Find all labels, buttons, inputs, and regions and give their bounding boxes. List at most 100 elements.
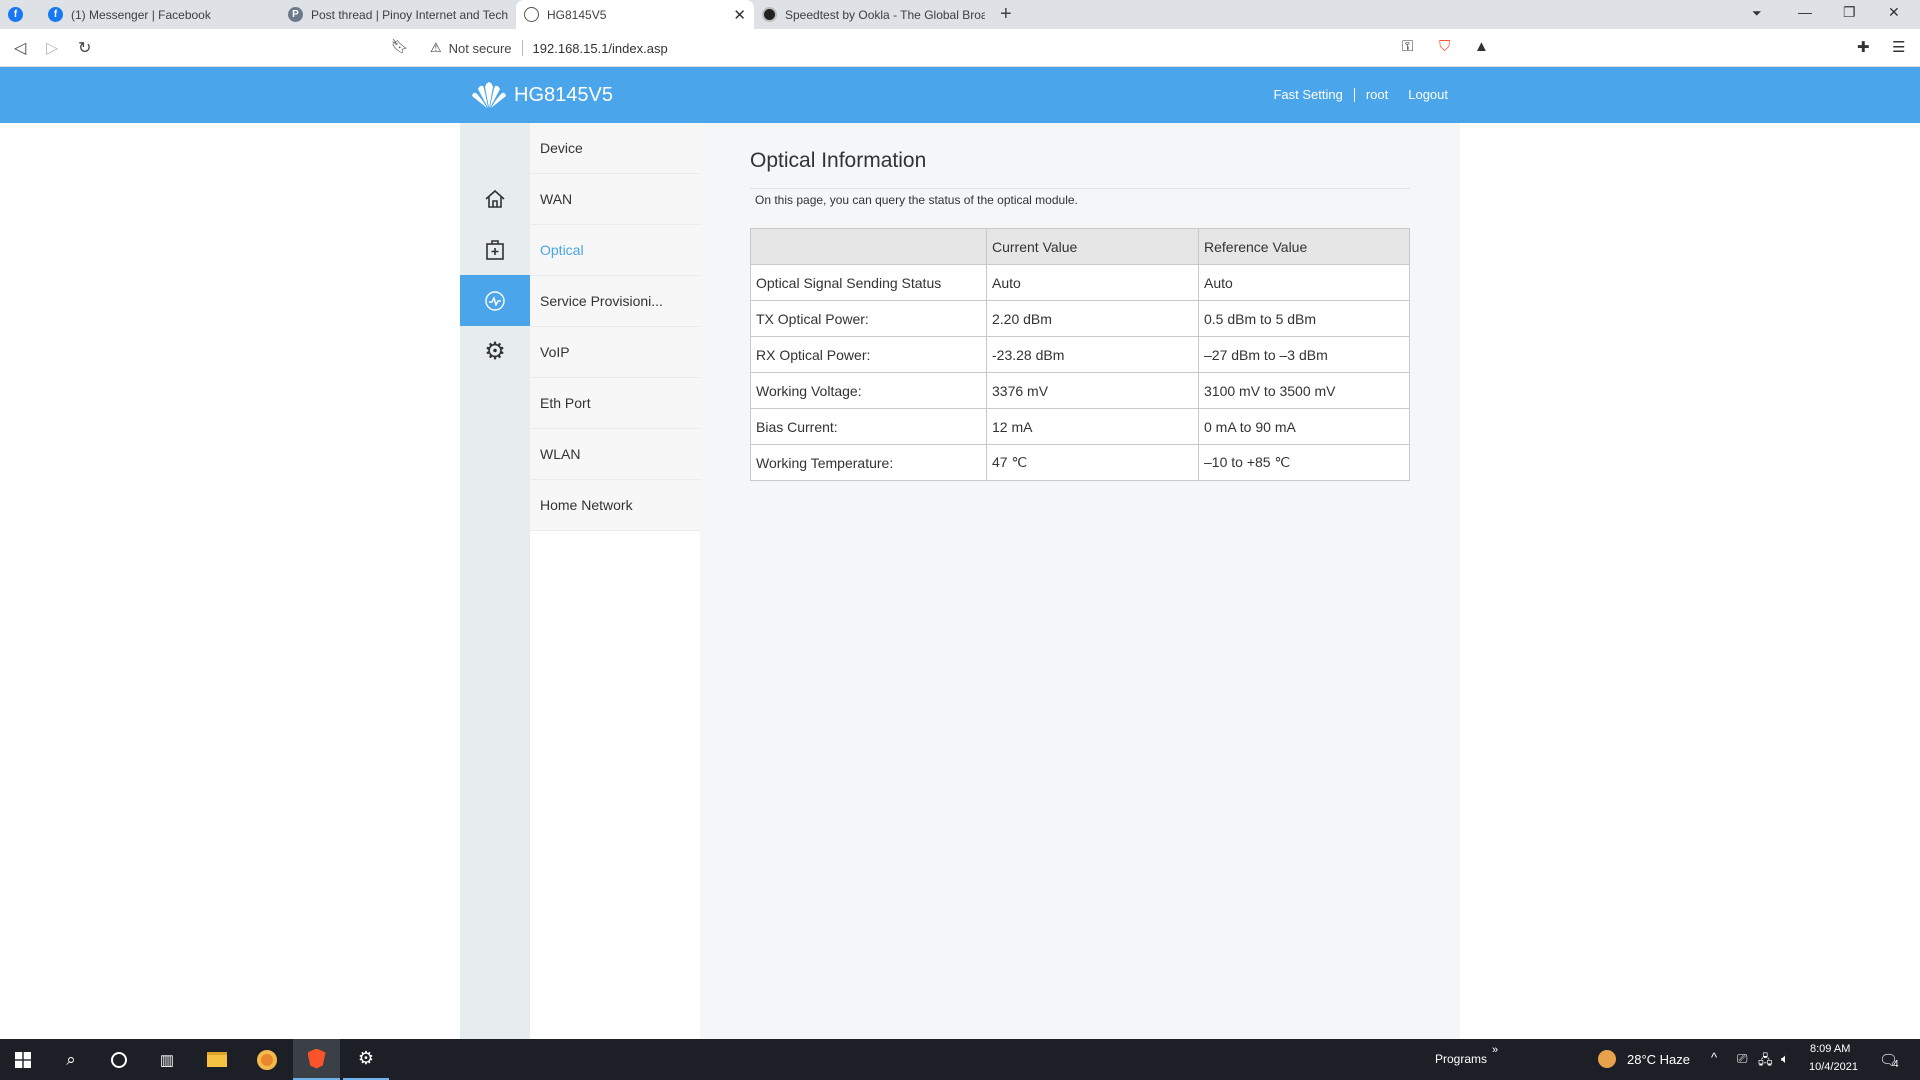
clock-time[interactable]: 8:09 AM <box>1810 1043 1850 1055</box>
back-icon[interactable]: ◁ <box>14 38 26 58</box>
restore-icon[interactable]: ❐ <box>1843 4 1856 21</box>
browser-app-icon[interactable] <box>244 1039 290 1080</box>
icon-rail: ⚙ <box>460 123 540 1039</box>
table-row: RX Optical Power: -23.28 dBm –27 dBm to … <box>750 336 1410 373</box>
tab-pinoy-forum[interactable]: P Post thread | Pinoy Internet and Tech <box>280 0 520 29</box>
file-explorer-icon[interactable] <box>194 1039 240 1080</box>
device-model: HG8145V5 <box>514 83 613 106</box>
meet-now-icon[interactable]: ⎚ <box>1737 1051 1747 1067</box>
bookmark-icon[interactable]: 🔖︎ <box>391 38 409 55</box>
menu-item-service-provisioning[interactable]: Service Provisioni... <box>530 276 700 327</box>
menu-item-optical[interactable]: Optical <box>530 225 700 276</box>
logout-link[interactable]: Logout <box>1408 87 1448 102</box>
windows-icon <box>15 1051 31 1068</box>
table-row: Optical Signal Sending Status Auto Auto <box>750 264 1410 301</box>
tab-title: Post thread | Pinoy Internet and Tech <box>311 7 509 22</box>
row-label: Working Voltage: <box>750 372 987 409</box>
menu-item-eth-port[interactable]: Eth Port <box>530 378 700 429</box>
steam-icon[interactable]: ⚙ <box>343 1039 389 1080</box>
menu-item-device[interactable]: Device <box>530 123 700 174</box>
clock-date[interactable]: 10/4/2021 <box>1809 1061 1858 1073</box>
row-label: TX Optical Power: <box>750 300 987 337</box>
current-value: Auto <box>986 264 1199 301</box>
reload-icon[interactable]: ↻ <box>78 38 91 58</box>
pulse-icon <box>485 290 505 311</box>
volume-icon[interactable]: 🔈︎ <box>1781 1051 1789 1067</box>
extensions-icon[interactable]: ✚ <box>1857 38 1870 56</box>
weather-text[interactable]: 28°C Haze <box>1627 1052 1690 1067</box>
column-header-reference: Reference Value <box>1198 228 1410 265</box>
fast-setting-link[interactable]: Fast Setting <box>1273 87 1342 102</box>
brave-browser-icon[interactable] <box>293 1039 340 1080</box>
programs-toolbar[interactable]: Programs <box>1435 1052 1487 1066</box>
menu-item-wan[interactable]: WAN <box>530 174 700 225</box>
close-tab-icon[interactable]: ✕ <box>733 6 746 24</box>
brand-logo: HG8145V5 <box>470 81 613 109</box>
close-window-icon[interactable]: ✕ <box>1888 4 1900 21</box>
facebook-icon: f <box>8 7 23 22</box>
page-title: Optical Information <box>750 149 927 172</box>
reference-value: –27 dBm to –3 dBm <box>1198 336 1410 373</box>
reference-value: 0.5 dBm to 5 dBm <box>1198 300 1410 337</box>
task-view-icon[interactable]: ▥ <box>144 1039 190 1080</box>
key-icon[interactable]: ⚿ <box>1402 38 1413 55</box>
pinoy-forum-icon: P <box>288 7 303 22</box>
menu-icon[interactable]: ☰ <box>1892 38 1905 56</box>
search-icon[interactable]: ⌕ <box>48 1039 94 1080</box>
browser-toolbar: ◁ ▷ ↻ 🔖︎ ⚠ Not secure 192.168.15.1/index… <box>0 29 1920 67</box>
new-tab-button[interactable]: + <box>1000 3 1012 26</box>
home-icon <box>485 189 505 208</box>
column-header-current: Current Value <box>986 228 1199 265</box>
page-description: On this page, you can query the status o… <box>755 193 1078 207</box>
tab-speedtest[interactable]: Speedtest by Ookla - The Global Broa <box>754 0 994 29</box>
minimize-icon[interactable]: — <box>1798 4 1812 20</box>
network-icon[interactable]: 🖧︎ <box>1758 1051 1773 1073</box>
table-row: Working Voltage: 3376 mV 3100 mV to 3500… <box>750 372 1410 409</box>
security-label[interactable]: Not secure <box>449 41 512 56</box>
tab-search-icon[interactable]: ⏷ <box>1752 6 1762 21</box>
medical-kit-icon <box>486 239 504 260</box>
browser-tab-bar: f f (1) Messenger | Facebook P Post thre… <box>0 0 1920 29</box>
column-header <box>750 228 987 265</box>
start-button[interactable] <box>0 1039 46 1080</box>
menu-item-voip[interactable]: VoIP <box>530 327 700 378</box>
table-header-row: Current Value Reference Value <box>750 228 1410 265</box>
tab-title: HG8145V5 <box>547 7 607 22</box>
table-row: TX Optical Power: 2.20 dBm 0.5 dBm to 5 … <box>750 300 1410 337</box>
gear-icon: ⚙ <box>484 338 506 365</box>
header-links: Fast Setting root Logout <box>1273 87 1448 102</box>
current-value: 3376 mV <box>986 372 1199 409</box>
brave-rewards-icon[interactable]: ▲ <box>1474 38 1489 55</box>
current-value: 12 mA <box>986 408 1199 445</box>
tab-messenger[interactable]: f (1) Messenger | Facebook <box>40 0 280 29</box>
current-value: 47 ℃ <box>986 444 1199 481</box>
divider <box>750 188 1410 189</box>
chevron-up-icon[interactable]: ^ <box>1711 1050 1717 1065</box>
reference-value: 0 mA to 90 mA <box>1198 408 1410 445</box>
cortana-icon[interactable] <box>96 1039 142 1080</box>
forward-icon[interactable]: ▷ <box>46 38 58 58</box>
rail-status[interactable] <box>460 275 540 326</box>
brave-shield-icon[interactable]: ⛉ <box>1439 38 1450 55</box>
tab-router[interactable]: HG8145V5 ✕ <box>516 0 754 29</box>
user-link[interactable]: root <box>1366 87 1388 102</box>
reference-value: 3100 mV to 3500 mV <box>1198 372 1410 409</box>
main-content: Optical Information On this page, you ca… <box>700 123 1460 1039</box>
row-label: RX Optical Power: <box>750 336 987 373</box>
tab-title: (1) Messenger | Facebook <box>71 7 211 22</box>
address-bar[interactable]: ⚠ Not secure 192.168.15.1/index.asp <box>430 34 1530 62</box>
chevron-right-icon[interactable]: » <box>1492 1044 1498 1056</box>
url-text[interactable]: 192.168.15.1/index.asp <box>533 41 668 56</box>
tab-pinned-facebook[interactable]: f <box>0 0 40 29</box>
warning-icon[interactable]: ⚠ <box>430 40 442 56</box>
rail-diagnose[interactable] <box>460 224 530 275</box>
current-value: 2.20 dBm <box>986 300 1199 337</box>
rail-home[interactable] <box>460 173 530 224</box>
current-value: -23.28 dBm <box>986 336 1199 373</box>
huawei-logo-icon <box>472 82 506 108</box>
facebook-icon: f <box>48 7 63 22</box>
weather-haze-icon <box>1598 1050 1616 1068</box>
rail-settings[interactable]: ⚙ <box>460 326 530 377</box>
menu-item-wlan[interactable]: WLAN <box>530 429 700 480</box>
menu-item-home-network[interactable]: Home Network <box>530 480 700 531</box>
